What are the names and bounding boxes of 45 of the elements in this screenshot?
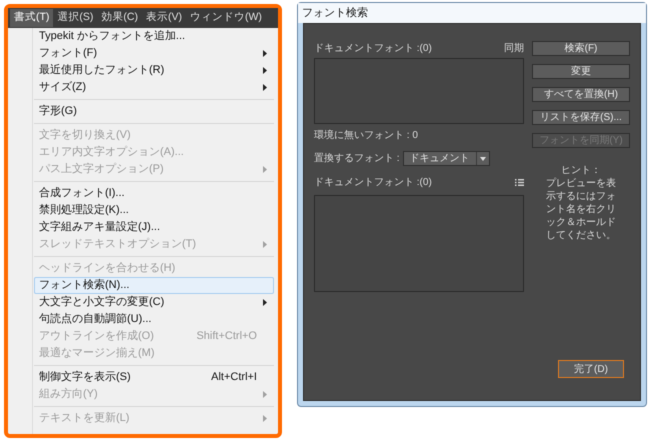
- submenu-arrow-icon: [263, 241, 267, 248]
- missing-fonts-label: 環境に無いフォント : 0: [314, 128, 419, 143]
- submenu-arrow-icon: [263, 50, 267, 57]
- done-button[interactable]: 完了(D): [558, 360, 624, 378]
- menu-item[interactable]: 字形(G): [34, 103, 274, 120]
- menu-item[interactable]: 大文字と小文字の変更(C): [34, 294, 274, 311]
- menu-item[interactable]: 文字組みアキ量設定(J)...: [34, 219, 274, 236]
- dropdown-caret-icon: [480, 156, 486, 160]
- window-title: フォント検索: [298, 3, 646, 23]
- menu-item[interactable]: フォント検索(N)...: [34, 277, 274, 294]
- menu-bar-item[interactable]: 書式(T): [10, 9, 54, 27]
- dialog-button[interactable]: 変更: [532, 64, 630, 79]
- dialog-button[interactable]: リストを保存(S)...: [532, 110, 630, 125]
- replace-fonts-list[interactable]: [314, 195, 524, 292]
- menu-item[interactable]: サイズ(Z): [34, 79, 274, 96]
- dialog-button[interactable]: 検索(F): [532, 41, 630, 56]
- menu-item[interactable]: フォント(F): [34, 45, 274, 62]
- shortcut-label: Alt+Ctrl+I: [211, 370, 257, 386]
- submenu-arrow-icon: [263, 299, 267, 306]
- document-fonts-label: ドキュメントフォント :(0): [314, 42, 432, 56]
- menu-bar-item[interactable]: 効果(C): [97, 9, 142, 27]
- submenu-arrow-icon: [263, 415, 267, 422]
- hint-title: ヒント：: [560, 164, 602, 177]
- submenu-arrow-icon: [263, 67, 267, 74]
- menu-bar-item[interactable]: 表示(V): [142, 9, 186, 27]
- submenu-arrow-icon: [263, 391, 267, 398]
- menu-bar-item[interactable]: ウィンドウ(W): [186, 9, 266, 27]
- submenu-arrow-icon: [263, 166, 267, 173]
- sync-label: 同期: [504, 42, 524, 56]
- list-menu-icon[interactable]: [515, 178, 524, 186]
- submenu-arrow-icon: [263, 84, 267, 91]
- menu-item[interactable]: 合成フォント(I)...: [34, 185, 274, 202]
- menu-item[interactable]: 制御文字を表示(S) Alt+Ctrl+I: [34, 369, 274, 386]
- dialog-button[interactable]: すべてを置換(H): [532, 87, 630, 102]
- shortcut-label: Shift+Ctrl+O: [196, 329, 257, 344]
- menu-bar-item[interactable]: 選択(S): [53, 9, 98, 27]
- replace-fonts-label: ドキュメントフォント :(0): [314, 176, 432, 190]
- menu-item[interactable]: 禁則処理設定(K)...: [34, 202, 274, 219]
- replace-label: 置換するフォント :: [314, 152, 400, 166]
- hint-text: プレビューを表示するにはフォント名を右クリック＆ホールドしてください。: [546, 177, 616, 242]
- menu-item[interactable]: 最近使用したフォント(R): [34, 62, 274, 79]
- menu-item[interactable]: Typekit からフォントを追加...: [34, 28, 274, 45]
- replace-dropdown[interactable]: ドキュメント: [402, 151, 490, 166]
- document-fonts-list[interactable]: [314, 58, 524, 124]
- menu-item[interactable]: 句読点の自動調節(U)...: [34, 311, 274, 328]
